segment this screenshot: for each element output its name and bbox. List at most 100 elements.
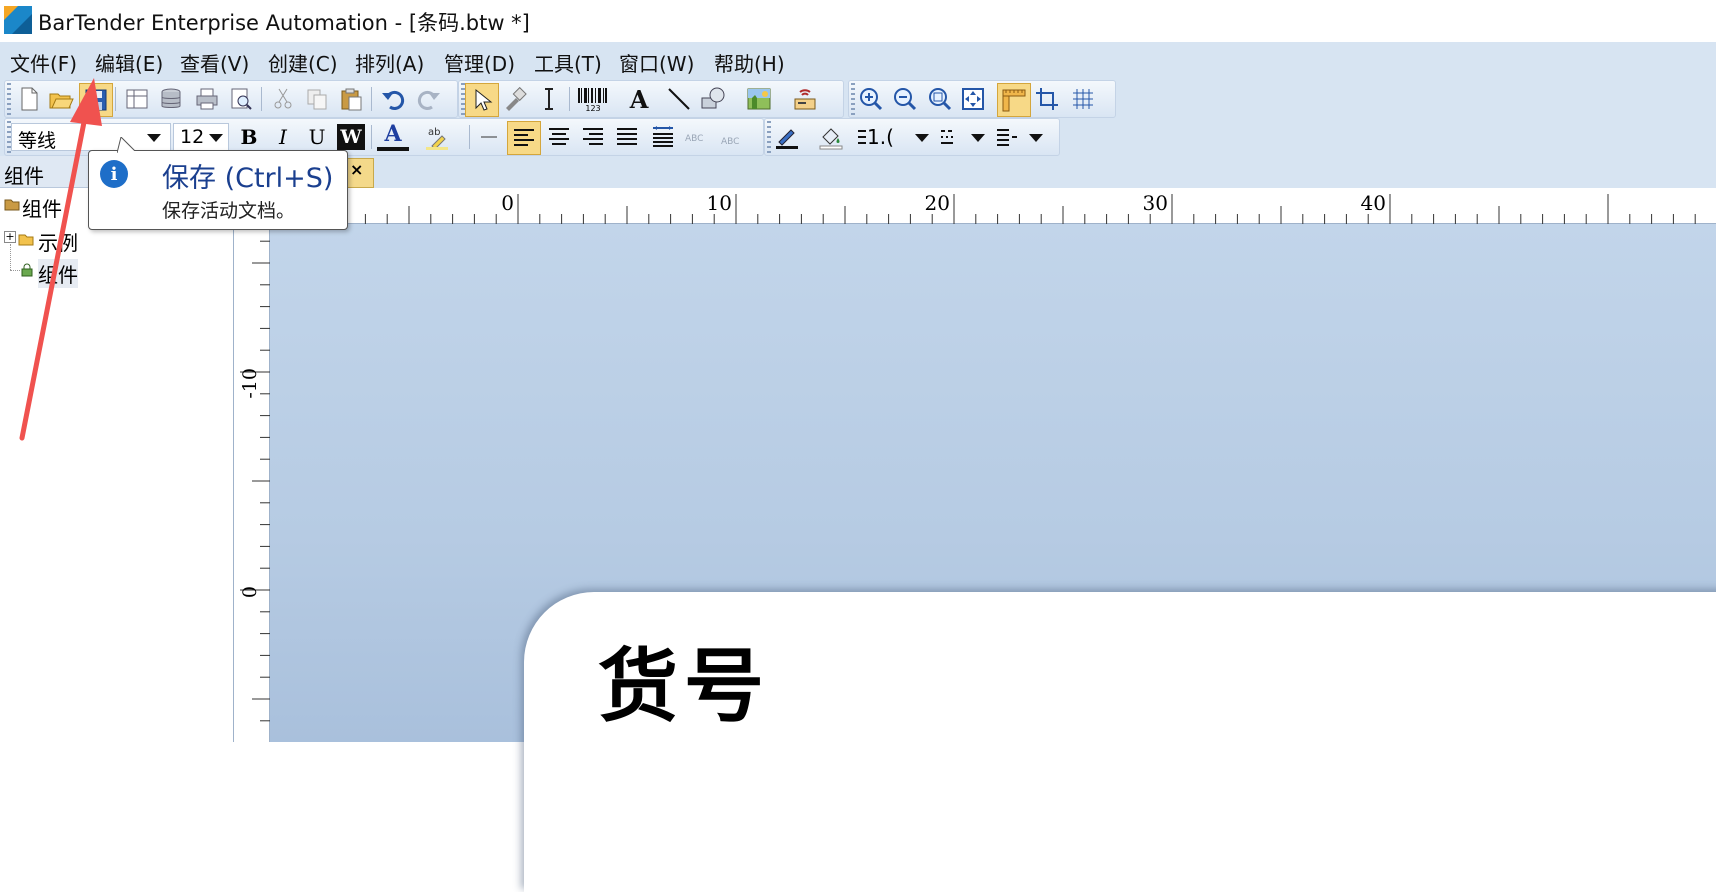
select-arrow-icon[interactable] (465, 83, 499, 117)
line-icon[interactable] (663, 83, 695, 115)
menu-arrange[interactable]: 排列(A) (355, 48, 424, 77)
menu-file[interactable]: 文件(F) (10, 48, 77, 77)
picture-icon[interactable] (743, 83, 775, 115)
open-icon[interactable] (45, 83, 77, 115)
align-justify-icon[interactable] (611, 121, 643, 153)
ruler-label: 40 (1361, 191, 1386, 215)
examples-folder-icon (18, 231, 34, 246)
zoom-in-icon[interactable] (855, 83, 887, 115)
standard-toolbar (4, 80, 458, 118)
fit-page-icon[interactable] (957, 83, 989, 115)
ruler-toggle-icon[interactable] (997, 83, 1031, 117)
object-toolbar: 123 A (458, 80, 844, 118)
page-setup-icon[interactable] (121, 83, 153, 115)
paste-icon[interactable] (335, 83, 367, 115)
font-name-dropdown-icon[interactable] (147, 134, 161, 142)
text-arc-down-icon[interactable]: ABC (717, 121, 749, 153)
document-tab-strip (234, 156, 1716, 188)
underline-button[interactable]: U (301, 121, 333, 153)
line-dash-icon[interactable] (935, 121, 967, 153)
menu-window[interactable]: 窗口(W) (619, 48, 694, 77)
line-spacing-dropdown-icon[interactable] (1029, 134, 1043, 142)
tree-item-components[interactable]: 组件 (38, 259, 78, 288)
bold-button[interactable]: B (233, 121, 265, 153)
expand-toggle-icon[interactable]: + (4, 231, 16, 243)
text-arc-up-icon[interactable]: ABC (681, 121, 713, 153)
barcode-icon[interactable]: 123 (573, 83, 613, 115)
font-color-button[interactable]: A (377, 121, 409, 151)
menu-help[interactable]: 帮助(H) (714, 48, 785, 77)
crop-icon[interactable] (1031, 83, 1063, 115)
redo-icon[interactable] (413, 83, 445, 115)
info-icon: i (100, 160, 128, 188)
svg-text:ABC: ABC (685, 134, 703, 144)
components-panel-title: 组件 (4, 164, 44, 188)
font-size-dropdown-icon[interactable] (209, 134, 223, 142)
align-center-icon[interactable] (543, 121, 575, 153)
label-text-object[interactable]: 货号 (598, 622, 770, 738)
svg-text:ABC: ABC (721, 137, 739, 147)
line-dash-dropdown-icon[interactable] (971, 134, 985, 142)
line-fill-toolbar: 1.( (764, 118, 1060, 156)
bartender-logo-icon (4, 6, 32, 34)
italic-button[interactable]: I (267, 121, 299, 153)
font-size-value: 12 (180, 126, 205, 148)
align-left-icon[interactable] (507, 121, 541, 155)
window-title: BarTender Enterprise Automation - [条码.bt… (38, 11, 530, 35)
tooltip-description: 保存活动文档。 (162, 200, 296, 222)
database-icon[interactable] (155, 83, 187, 115)
cut-icon[interactable] (267, 83, 299, 115)
toolbar-area: 123 A 等线 12 B I U W A ab ABC ABC 1.( (0, 78, 1716, 156)
document-tab-close-button[interactable]: × (350, 160, 363, 179)
line-style-icon[interactable] (473, 121, 505, 153)
ruler-label: 0 (501, 191, 514, 215)
shape-icon[interactable] (697, 83, 729, 115)
tree-item-components-root[interactable]: 组件 (22, 193, 62, 222)
text-icon[interactable]: A (623, 83, 655, 115)
rfid-icon[interactable] (789, 83, 821, 115)
copy-icon[interactable] (301, 83, 333, 115)
menu-tools[interactable]: 工具(T) (534, 48, 602, 77)
components-folder-icon (4, 196, 20, 211)
fit-width-icon[interactable] (647, 121, 679, 153)
zoom-fit-icon[interactable] (923, 83, 955, 115)
ruler-label: -10 (239, 368, 261, 399)
menu-view[interactable]: 查看(V) (180, 48, 249, 77)
print-icon[interactable] (191, 83, 223, 115)
print-preview-icon[interactable] (225, 83, 257, 115)
line-spacing-icon[interactable] (991, 121, 1023, 153)
font-name-value: 等线 (18, 130, 57, 152)
line-width-dropdown-icon[interactable] (915, 134, 929, 142)
undo-icon[interactable] (377, 83, 409, 115)
svg-text:A: A (629, 86, 649, 112)
fill-color-icon[interactable] (815, 121, 847, 153)
save-icon[interactable] (79, 83, 113, 117)
menu-create[interactable]: 创建(C) (268, 48, 338, 77)
menu-edit[interactable]: 编辑(E) (95, 48, 163, 77)
tree-item-examples[interactable]: 示例 (38, 227, 78, 256)
line-width-combo[interactable]: 1.( (857, 121, 901, 153)
align-right-icon[interactable] (577, 121, 609, 153)
new-icon[interactable] (13, 83, 45, 115)
ruler-label: 10 (707, 191, 732, 215)
view-toolbar (848, 80, 1116, 118)
format-painter-icon[interactable] (499, 83, 531, 115)
highlight-icon[interactable]: ab (421, 121, 453, 153)
tooltip-title: 保存 (Ctrl+S) (162, 163, 334, 194)
zoom-out-icon[interactable] (889, 83, 921, 115)
text-cursor-icon[interactable] (533, 83, 565, 115)
menu-manage[interactable]: 管理(D) (444, 48, 515, 77)
tree-connector (10, 244, 11, 270)
horizontal-ruler: 0 10 20 30 40 (234, 188, 1716, 224)
grid-icon[interactable] (1067, 83, 1099, 115)
menu-bar: 文件(F) 编辑(E) 查看(V) 创建(C) 排列(A) 管理(D) 工具(T… (0, 42, 1716, 78)
vertical-ruler: -10 0 (234, 224, 270, 742)
ruler-label: 30 (1143, 191, 1168, 215)
reverse-button[interactable]: W (337, 124, 365, 150)
barcode-caption: 123 (585, 104, 600, 112)
component-lock-icon (20, 262, 34, 277)
tree-connector (10, 270, 20, 271)
svg-text:ab: ab (428, 127, 440, 138)
line-color-icon[interactable] (771, 121, 803, 153)
ruler-label: 0 (239, 586, 261, 598)
